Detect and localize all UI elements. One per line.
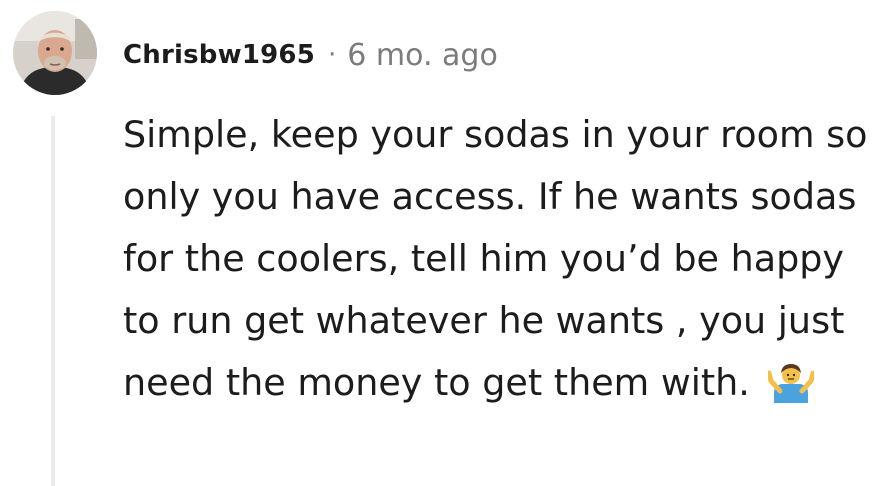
comment: Chrisbw1965 · 6 mo. ago Simple, keep you… <box>0 0 880 486</box>
person-shrugging-icon <box>766 360 816 422</box>
thread-collapse-line[interactable] <box>51 116 55 486</box>
author-username[interactable]: Chrisbw1965 <box>123 40 315 70</box>
comment-timestamp[interactable]: 6 mo. ago <box>347 38 498 73</box>
comment-body: Simple, keep your sodas in your room so … <box>123 104 873 422</box>
avatar[interactable] <box>13 11 97 95</box>
avatar-image <box>13 11 97 95</box>
comment-header: Chrisbw1965 · 6 mo. ago <box>123 35 498 75</box>
comment-text: Simple, keep your sodas in your room so … <box>123 113 868 404</box>
meta-separator: · <box>328 40 337 70</box>
